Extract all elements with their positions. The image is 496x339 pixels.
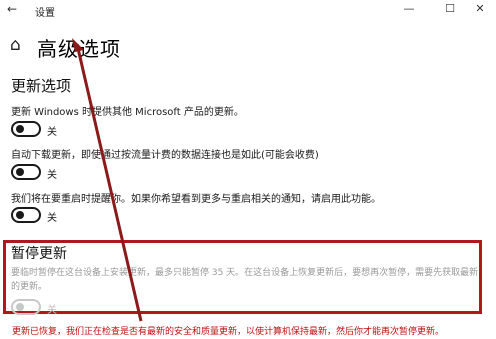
annotation-arrow-icon — [72, 38, 143, 322]
